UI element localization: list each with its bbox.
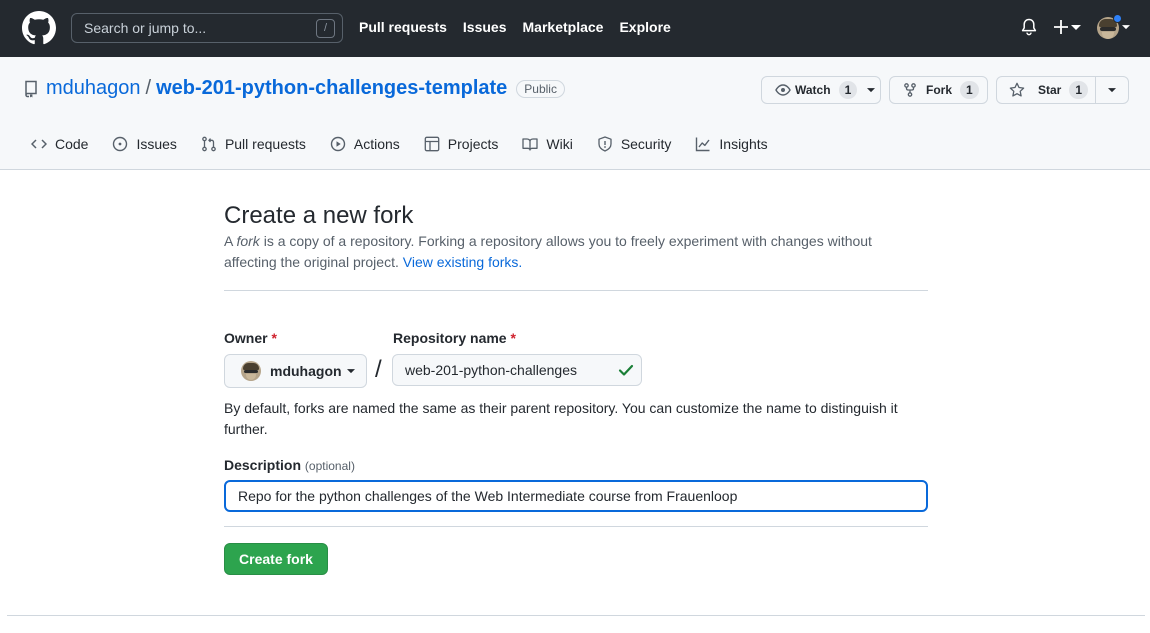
- watch-label: Watch: [795, 83, 831, 97]
- graph-icon: [696, 137, 710, 152]
- tab-projects[interactable]: Projects: [424, 136, 499, 152]
- pull-request-icon: [202, 136, 216, 152]
- tab-pull-requests[interactable]: Pull requests: [201, 136, 306, 152]
- code-icon: [31, 139, 47, 149]
- nav-marketplace[interactable]: Marketplace: [523, 19, 604, 35]
- watch-caret-icon: [867, 87, 876, 92]
- owner-required-mark: *: [271, 330, 277, 346]
- fork-icon: [904, 83, 916, 97]
- divider: [224, 290, 928, 291]
- repo-name-label: Repository name *: [393, 330, 516, 346]
- divider-bottom: [224, 526, 928, 527]
- tab-wiki[interactable]: Wiki: [522, 136, 573, 152]
- repo-icon: [25, 80, 37, 97]
- owner-label: Owner *: [224, 330, 277, 346]
- search-shortcut-key: /: [316, 19, 335, 38]
- tab-code-label: Code: [55, 136, 89, 152]
- tab-security-label: Security: [620, 136, 672, 152]
- repo-name-required-mark: *: [510, 330, 516, 346]
- issue-icon: [113, 136, 128, 152]
- caret-down-icon[interactable]: [1071, 25, 1081, 31]
- nav-issues[interactable]: Issues: [463, 19, 507, 35]
- search-input[interactable]: Search or jump to... /: [71, 13, 343, 43]
- star-label: Star: [1038, 83, 1062, 97]
- owner-repo-separator: /: [375, 356, 382, 383]
- owner-value: mduhagon: [270, 363, 342, 379]
- fork-name-hint: By default, forks are named the same as …: [224, 400, 898, 437]
- repo-name-link[interactable]: web-201-python-challenges-template: [156, 77, 507, 100]
- visibility-badge: Public: [516, 79, 565, 98]
- fork-label: Fork: [926, 83, 953, 97]
- bell-icon[interactable]: [1021, 18, 1037, 36]
- plus-icon[interactable]: [1053, 18, 1069, 36]
- star-count: 1: [1069, 81, 1089, 99]
- owner-avatar: [241, 361, 261, 381]
- tab-pull-requests-label: Pull requests: [224, 136, 306, 152]
- star-button[interactable]: Star 1: [996, 76, 1129, 104]
- fork-count: 1: [960, 81, 979, 99]
- description-value: Repo for the python challenges of the We…: [238, 488, 738, 504]
- tab-actions-label: Actions: [353, 136, 400, 152]
- repository-name-field[interactable]: [392, 354, 642, 386]
- tab-security[interactable]: Security: [597, 136, 672, 152]
- owner-caret-icon: [346, 368, 355, 373]
- footer-divider: [7, 615, 1145, 616]
- description-label: Description (optional): [224, 457, 355, 473]
- tab-projects-label: Projects: [447, 136, 499, 152]
- tab-insights-label: Insights: [719, 136, 768, 152]
- watch-count: 1: [838, 81, 858, 99]
- global-header: Search or jump to... / Pull requests Iss…: [0, 0, 1150, 57]
- github-logo-icon[interactable]: [22, 11, 56, 45]
- intro-a: A: [224, 233, 237, 249]
- description-optional-text: (optional): [304, 459, 355, 473]
- repo-owner-link[interactable]: mduhagon: [46, 77, 141, 100]
- star-divider: [1095, 77, 1096, 103]
- intro-fork-word: fork: [236, 233, 260, 249]
- description-input[interactable]: Repo for the python challenges of the We…: [224, 480, 928, 512]
- tab-code[interactable]: Code: [31, 136, 88, 152]
- fork-intro: A fork is a copy of a repository. Forkin…: [224, 231, 928, 273]
- nav-explore[interactable]: Explore: [619, 19, 670, 35]
- notification-dot: [1113, 14, 1122, 23]
- tab-insights[interactable]: Insights: [695, 136, 768, 152]
- repo-tabs: Code Issues Pull requests Actions Projec…: [31, 136, 792, 152]
- create-fork-button[interactable]: Create fork: [224, 543, 328, 575]
- watch-button[interactable]: Watch 1: [761, 76, 881, 104]
- shield-icon: [598, 136, 612, 152]
- book-icon: [522, 138, 539, 151]
- repo-title: mduhagon / web-201-python-challenges-tem…: [24, 77, 565, 100]
- top-nav: Pull requests Issues Marketplace Explore: [359, 19, 671, 35]
- tab-issues[interactable]: Issues: [112, 136, 177, 152]
- star-caret-icon[interactable]: [1108, 88, 1116, 93]
- repo-separator: /: [145, 77, 152, 99]
- intro-text: is a copy of a repository. Forking a rep…: [224, 233, 872, 270]
- table-icon: [424, 136, 440, 152]
- star-icon: [1009, 82, 1025, 97]
- nav-pull-requests[interactable]: Pull requests: [359, 19, 447, 35]
- description-label-text: Description: [224, 457, 302, 473]
- tab-actions[interactable]: Actions: [330, 136, 400, 152]
- owner-select[interactable]: mduhagon: [224, 354, 367, 388]
- owner-label-text: Owner: [224, 330, 268, 346]
- repo-name-label-text: Repository name: [393, 330, 507, 346]
- repo-header: mduhagon / web-201-python-challenges-tem…: [0, 57, 1150, 170]
- search-placeholder: Search or jump to...: [84, 20, 207, 36]
- page-title: Create a new fork: [224, 202, 414, 229]
- eye-icon: [775, 84, 791, 96]
- view-existing-forks-link[interactable]: View existing forks.: [403, 254, 523, 270]
- repository-name-input[interactable]: [405, 362, 605, 378]
- check-icon: [618, 364, 634, 376]
- tab-wiki-label: Wiki: [546, 136, 573, 152]
- tab-issues-label: Issues: [136, 136, 177, 152]
- fork-button[interactable]: Fork 1: [889, 76, 988, 104]
- avatar-caret-down-icon[interactable]: [1122, 25, 1130, 30]
- play-icon: [330, 136, 346, 152]
